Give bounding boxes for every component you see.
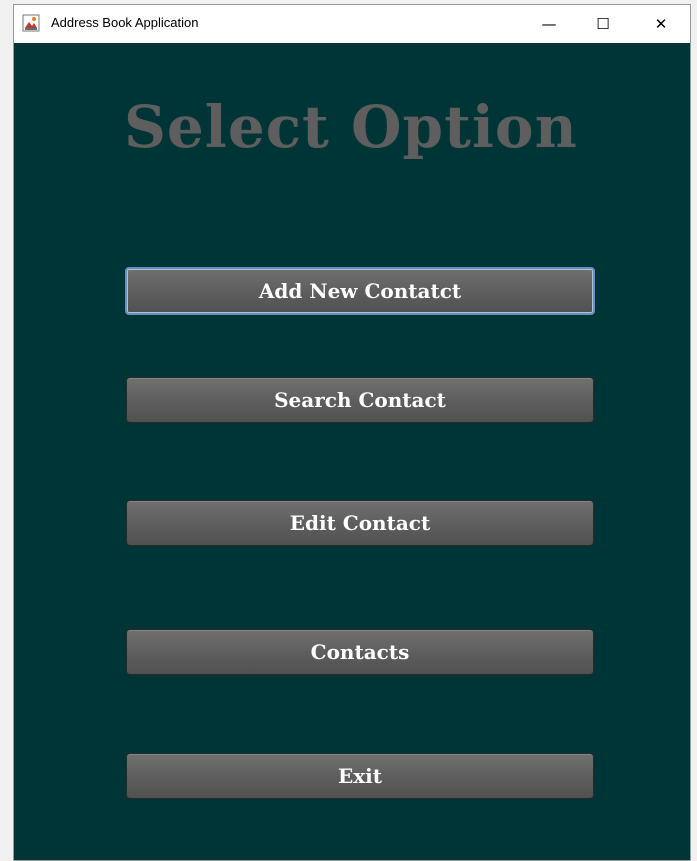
close-button[interactable]: ✕ [638,5,684,43]
add-new-contact-button[interactable]: Add New Contatct [125,267,595,315]
exit-button[interactable]: Exit [126,753,594,799]
page-title: Select Option [124,93,578,161]
minimize-icon: — [541,15,557,33]
maximize-button[interactable]: ☐ [580,5,626,43]
title-bar[interactable]: Address Book Application — ☐ ✕ [14,5,690,43]
search-contact-button[interactable]: Search Contact [126,377,594,423]
main-panel: Select Option Add New Contatct Search Co… [14,43,690,860]
minimize-button[interactable]: — [526,5,572,43]
app-window: Address Book Application — ☐ ✕ Select Op… [13,4,691,861]
java-app-icon [22,14,40,32]
close-icon: ✕ [654,15,668,33]
window-title: Address Book Application [51,15,199,30]
edit-contact-button[interactable]: Edit Contact [126,500,594,546]
contacts-button[interactable]: Contacts [126,629,594,675]
maximize-icon: ☐ [596,15,610,33]
